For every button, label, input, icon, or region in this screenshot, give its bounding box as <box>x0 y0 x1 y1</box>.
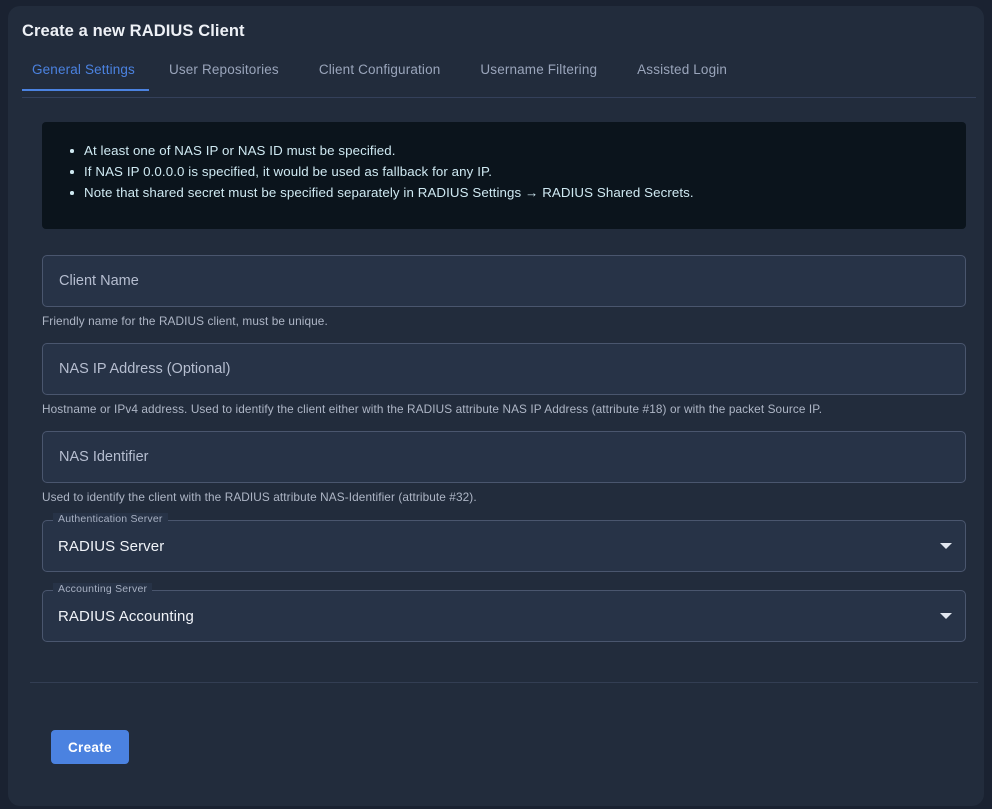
authentication-server-value: RADIUS Server <box>58 537 165 555</box>
authentication-server-select-box <box>42 520 966 572</box>
info-banner: At least one of NAS IP or NAS ID must be… <box>42 122 966 229</box>
chevron-down-icon[interactable] <box>940 613 952 619</box>
create-button[interactable]: Create <box>51 730 129 764</box>
tab-assisted-login[interactable]: Assisted Login <box>617 58 747 90</box>
accounting-server-value: RADIUS Accounting <box>58 607 194 625</box>
tab-user-repositories[interactable]: User Repositories <box>149 58 299 90</box>
create-radius-client-card: Create a new RADIUS Client General Setti… <box>8 6 984 806</box>
client-name-helper-text: Friendly name for the RADIUS client, mus… <box>42 314 328 328</box>
tab-general-settings[interactable]: General Settings <box>22 58 149 91</box>
accounting-server-select[interactable]: Accounting Server RADIUS Accounting <box>42 583 966 642</box>
info-bullet-nas-fallback: If NAS IP 0.0.0.0 is specified, it would… <box>70 161 946 182</box>
client-name-input[interactable] <box>42 255 966 307</box>
nas-ip-address-input[interactable] <box>42 343 966 395</box>
nas-identifier-input[interactable] <box>42 431 966 483</box>
info-banner-list: At least one of NAS IP or NAS ID must be… <box>70 140 946 203</box>
authentication-server-select[interactable]: Authentication Server RADIUS Server <box>42 513 966 572</box>
info-bullet-nas-required: At least one of NAS IP or NAS ID must be… <box>70 140 946 161</box>
nas-identifier-helper-text: Used to identify the client with the RAD… <box>42 490 477 504</box>
nas-ip-field-block: Hostname or IPv4 address. Used to identi… <box>42 343 966 416</box>
tab-bar: General Settings User Repositories Clien… <box>22 58 976 98</box>
tab-client-configuration[interactable]: Client Configuration <box>299 58 461 90</box>
nas-identifier-field-block: Used to identify the client with the RAD… <box>42 431 966 504</box>
client-name-field-block: Friendly name for the RADIUS client, mus… <box>42 255 966 328</box>
page-title: Create a new RADIUS Client <box>22 22 245 40</box>
chevron-down-icon[interactable] <box>940 543 952 549</box>
footer-divider <box>30 682 978 683</box>
nas-ip-helper-text: Hostname or IPv4 address. Used to identi… <box>42 402 823 416</box>
tab-username-filtering[interactable]: Username Filtering <box>460 58 617 90</box>
info-bullet-shared-secret: Note that shared secret must be specifie… <box>70 182 946 203</box>
